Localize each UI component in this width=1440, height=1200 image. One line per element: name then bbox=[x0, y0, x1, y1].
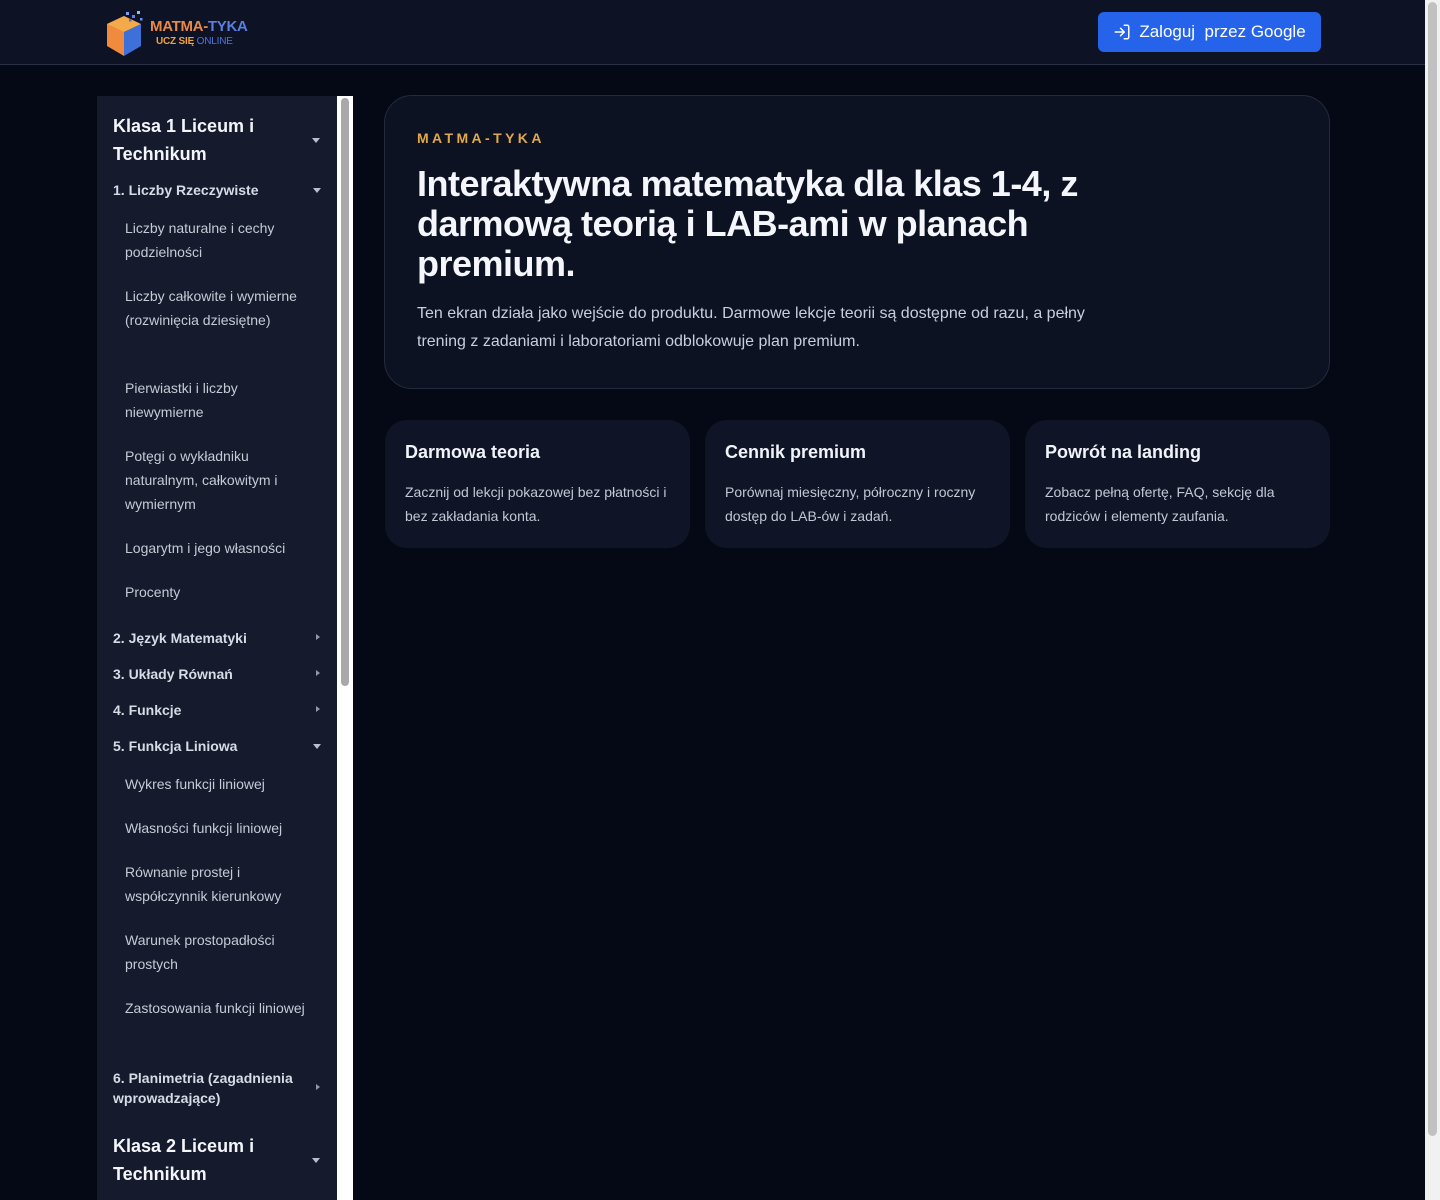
hero-title: Interaktywna matematyka dla klas 1-4, z … bbox=[417, 163, 1078, 284]
sidebar-nav: Klasa 1 Liceum i Technikum 1. Liczby Rze… bbox=[97, 96, 337, 1200]
chevron-right-icon[interactable] bbox=[316, 706, 320, 712]
logo-cube-icon bbox=[104, 10, 146, 56]
sidebar-chapter-6[interactable]: 6. Planimetria (zagadnienia wprowadzając… bbox=[113, 1068, 313, 1108]
hero-eyebrow: MATMA-TYKA bbox=[417, 130, 545, 146]
page-scrollbar[interactable] bbox=[1425, 0, 1440, 1200]
sidebar-lesson[interactable]: Warunek prostopadłości prostych bbox=[125, 928, 315, 976]
card-free-theory[interactable]: Darmowa teoria Zacznij od lekcji pokazow… bbox=[385, 420, 690, 548]
sidebar-chapter-5[interactable]: 5. Funkcja Liniowa bbox=[113, 736, 313, 756]
top-bar: MATMA-TYKA UCZ SIĘ ONLINE Zaloguj przez … bbox=[0, 0, 1425, 65]
chevron-down-icon[interactable] bbox=[313, 744, 321, 749]
sidebar-grade-2[interactable]: Klasa 2 Liceum i Technikum bbox=[113, 1132, 313, 1188]
sidebar-lesson[interactable]: Procenty bbox=[125, 580, 315, 604]
sidebar-lesson[interactable]: Własności funkcji liniowej bbox=[125, 816, 315, 840]
logo-title: MATMA-TYKA bbox=[150, 18, 248, 35]
sidebar-lesson[interactable]: Zastosowania funkcji liniowej bbox=[125, 996, 315, 1020]
sidebar-scrollbar-thumb[interactable] bbox=[341, 98, 349, 686]
chevron-down-icon[interactable] bbox=[313, 188, 321, 193]
sidebar-lesson[interactable]: Logarytm i jego własności bbox=[125, 536, 315, 560]
login-google-button[interactable]: Zaloguj przez Google bbox=[1098, 12, 1321, 52]
chevron-down-icon[interactable] bbox=[312, 1158, 320, 1163]
login-icon bbox=[1114, 24, 1130, 40]
card-back-to-landing[interactable]: Powrót na landing Zobacz pełną ofertę, F… bbox=[1025, 420, 1330, 548]
sidebar-lesson[interactable]: Liczby całkowite i wymierne (rozwinięcia… bbox=[125, 284, 315, 332]
sidebar-chapter-1[interactable]: 1. Liczby Rzeczywiste bbox=[113, 180, 313, 200]
card-title: Darmowa teoria bbox=[405, 442, 541, 462]
card-premium-pricing[interactable]: Cennik premium Porównaj miesięczny, półr… bbox=[705, 420, 1010, 548]
sidebar-scrollbar[interactable] bbox=[337, 96, 353, 1200]
logo[interactable]: MATMA-TYKA UCZ SIĘ ONLINE bbox=[104, 9, 254, 57]
logo-subtitle: UCZ SIĘ ONLINE bbox=[156, 36, 233, 47]
hero-panel: MATMA-TYKA Interaktywna matematyka dla k… bbox=[384, 95, 1330, 389]
sidebar-lesson[interactable]: Równanie prostej i współczynnik kierunko… bbox=[125, 860, 315, 908]
card-title: Cennik premium bbox=[725, 442, 867, 462]
card-description: Porównaj miesięczny, półroczny i roczny … bbox=[725, 484, 976, 524]
card-description: Zobacz pełną ofertę, FAQ, sekcję dla rod… bbox=[1045, 484, 1275, 524]
sidebar-lesson[interactable]: Wykres funkcji liniowej bbox=[125, 772, 315, 796]
chevron-down-icon[interactable] bbox=[312, 138, 320, 143]
card-description: Zacznij od lekcji pokazowej bez płatnośc… bbox=[405, 484, 667, 524]
login-label: Zaloguj przez Google bbox=[1139, 22, 1306, 41]
sidebar-lesson[interactable]: Pierwiastki i liczby niewymierne bbox=[125, 376, 315, 424]
chevron-right-icon[interactable] bbox=[316, 634, 320, 640]
sidebar-grade-1[interactable]: Klasa 1 Liceum i Technikum bbox=[113, 112, 313, 168]
page-scrollbar-thumb[interactable] bbox=[1428, 2, 1437, 1136]
chevron-right-icon[interactable] bbox=[316, 1084, 320, 1090]
sidebar-chapter-4[interactable]: 4. Funkcje bbox=[113, 700, 313, 720]
sidebar-lesson[interactable]: Liczby naturalne i cechy podzielności bbox=[125, 216, 315, 264]
hero-description: Ten ekran działa jako wejście do produkt… bbox=[417, 305, 1085, 350]
sidebar-lesson[interactable]: Potęgi o wykładniku naturalnym, całkowit… bbox=[125, 444, 315, 516]
sidebar-chapter-3[interactable]: 3. Układy Równań bbox=[113, 664, 313, 684]
sidebar-chapter-2[interactable]: 2. Język Matematyki bbox=[113, 628, 313, 648]
chevron-right-icon[interactable] bbox=[316, 670, 320, 676]
card-title: Powrót na landing bbox=[1045, 442, 1201, 462]
